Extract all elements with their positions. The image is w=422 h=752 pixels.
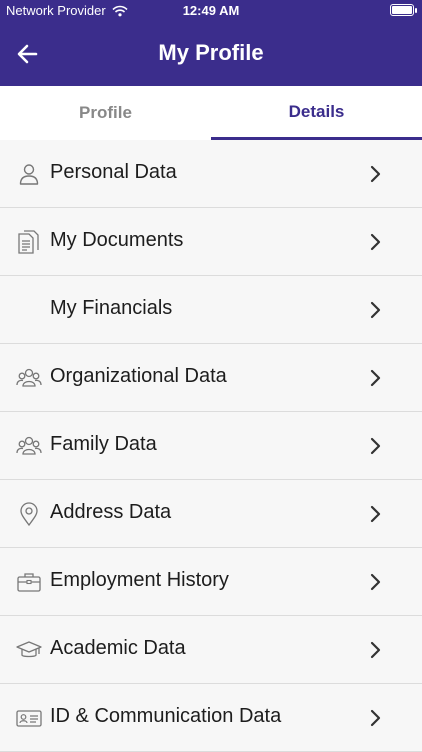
carrier-label: Network Provider (6, 3, 106, 18)
menu-item-organizational-data[interactable]: Organizational Data (0, 344, 422, 412)
family-icon (16, 433, 42, 459)
location-pin-icon (16, 501, 42, 527)
menu-item-label: Organizational Data (50, 365, 227, 387)
group-icon (16, 365, 42, 391)
menu-item-employment-history[interactable]: Employment History (0, 548, 422, 616)
app-header: Network Provider 12:49 AM My Profile (0, 0, 422, 86)
chevron-right-icon (368, 300, 384, 320)
menu-item-label: Family Data (50, 433, 157, 455)
menu-item-label: ID & Communication Data (50, 705, 282, 727)
menu-item-address-data[interactable]: Address Data (0, 480, 422, 548)
tab-details[interactable]: Details (211, 86, 422, 140)
id-card-icon (16, 705, 42, 731)
chevron-right-icon (368, 572, 384, 592)
chevron-right-icon (368, 640, 384, 660)
menu-item-label: My Documents (50, 229, 184, 251)
menu-item-label: Employment History (50, 569, 229, 591)
chevron-right-icon (368, 708, 384, 728)
status-bar: Network Provider 12:49 AM (0, 0, 422, 22)
page-title: My Profile (158, 40, 264, 65)
menu-item-family-data[interactable]: Family Data (0, 412, 422, 480)
documents-icon (16, 229, 42, 255)
details-menu-list: Personal Data My Documents My Financials (0, 140, 422, 752)
graduation-cap-icon (16, 637, 42, 663)
menu-item-label: Address Data (50, 501, 172, 523)
battery-icon (390, 4, 417, 16)
chevron-right-icon (368, 436, 384, 456)
menu-item-label: Academic Data (50, 637, 186, 659)
tab-profile[interactable]: Profile (0, 86, 211, 140)
chevron-right-icon (368, 368, 384, 388)
briefcase-icon (16, 569, 42, 595)
chevron-right-icon (368, 504, 384, 524)
menu-item-label: My Financials (50, 297, 173, 319)
tab-bar: Profile Details (0, 86, 422, 141)
menu-item-my-documents[interactable]: My Documents (0, 208, 422, 276)
status-time: 12:49 AM (182, 3, 240, 18)
menu-item-personal-data[interactable]: Personal Data (0, 140, 422, 208)
chevron-right-icon (368, 164, 384, 184)
nav-bar: My Profile (0, 22, 422, 86)
menu-item-academic-data[interactable]: Academic Data (0, 616, 422, 684)
menu-item-id-communication-data[interactable]: ID & Communication Data (0, 684, 422, 752)
wifi-icon (112, 5, 128, 17)
menu-item-label: Personal Data (50, 161, 177, 183)
status-left: Network Provider (6, 3, 128, 18)
menu-item-my-financials[interactable]: My Financials (0, 276, 422, 344)
person-icon (16, 161, 42, 187)
chevron-right-icon (368, 232, 384, 252)
